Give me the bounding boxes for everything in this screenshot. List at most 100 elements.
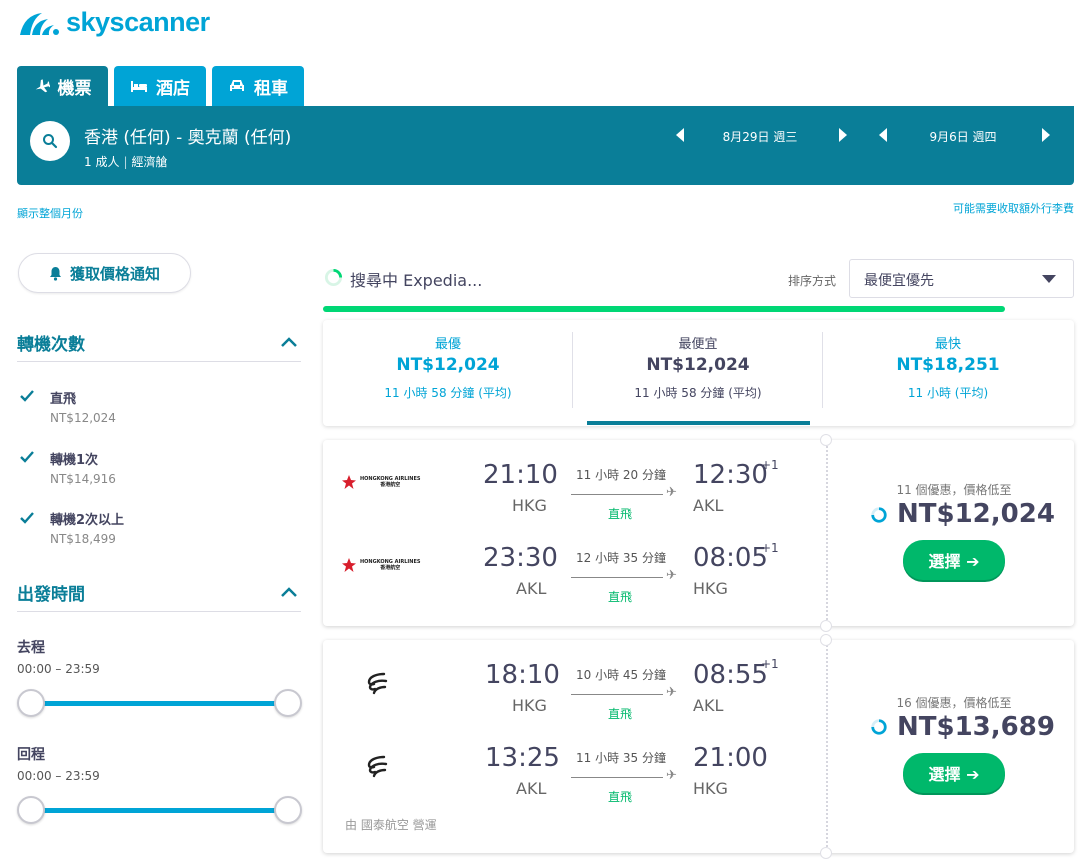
outbound-time-label: 去程 <box>17 640 45 656</box>
card-divider <box>826 442 828 624</box>
return-max-handle[interactable] <box>274 796 302 824</box>
summary-best-tab[interactable]: 最優 NT$12,024 11 小時 58 分鐘 (平均) <box>323 333 573 401</box>
passenger-cabin-info: 1 成人 | 經濟艙 <box>84 155 168 169</box>
flight-duration: 10 小時 45 分鐘 <box>576 668 666 682</box>
check-icon <box>20 512 34 524</box>
plane-icon: ✈ <box>666 568 677 583</box>
cabin-class: 經濟艙 <box>131 155 168 169</box>
chevron-up-icon[interactable] <box>281 337 297 347</box>
air-new-zealand-koru-icon <box>367 755 388 778</box>
baggage-fees-link[interactable]: 可能需要收取額外行李費 <box>953 200 1074 216</box>
summary-title: 最便宜 <box>678 337 718 352</box>
stops-label: 直飛 <box>608 707 633 721</box>
depart-prev-day-button[interactable] <box>673 125 687 145</box>
departure-time: 23:30 <box>483 543 558 573</box>
air-new-zealand-koru-icon <box>367 672 388 695</box>
one-stop-checkbox[interactable] <box>19 449 35 465</box>
passengers: 1 成人 <box>84 155 120 169</box>
depart-date[interactable]: 8月29日 週三 <box>705 128 815 145</box>
stops-option-label[interactable]: 直飛 <box>50 388 76 407</box>
show-whole-month-link[interactable]: 顯示整個月份 <box>17 205 83 221</box>
flight-duration: 11 小時 35 分鐘 <box>576 751 666 765</box>
select-button[interactable]: 選擇 ➔ <box>903 540 1005 580</box>
bauhinia-icon <box>342 558 356 572</box>
departure-airport: AKL <box>516 579 547 598</box>
tab-car-hire[interactable]: 租車 <box>212 66 304 106</box>
caret-right-icon <box>839 128 847 142</box>
outbound-time-slider[interactable] <box>31 701 288 706</box>
plane-icon: ✈ <box>666 485 677 500</box>
summary-price: NT$12,024 <box>646 355 750 375</box>
day-offset: +1 <box>761 458 779 472</box>
check-icon <box>20 451 34 463</box>
flight-duration: 11 小時 20 分鐘 <box>576 468 666 482</box>
two-plus-stops-checkbox[interactable] <box>19 510 35 526</box>
brand-name: skyscanner <box>66 6 210 37</box>
check-icon <box>20 390 34 402</box>
divider <box>17 611 301 612</box>
summary-price: NT$18,251 <box>896 355 1000 375</box>
return-min-handle[interactable] <box>17 796 45 824</box>
card-notch <box>820 634 832 646</box>
search-icon <box>43 134 58 149</box>
caret-right-icon <box>1042 128 1050 142</box>
departure-time: 18:10 <box>485 660 560 690</box>
operated-by: 由 國泰航空 營運 <box>345 818 437 832</box>
depart-next-day-button[interactable] <box>836 125 850 145</box>
chevron-up-icon[interactable] <box>281 587 297 597</box>
return-time-slider[interactable] <box>31 808 288 813</box>
route-line <box>571 694 663 695</box>
card-notch <box>820 434 832 446</box>
outbound-max-handle[interactable] <box>274 689 302 717</box>
stops-label: 直飛 <box>608 507 633 521</box>
outbound-min-handle[interactable] <box>17 689 45 717</box>
sort-value: 最便宜優先 <box>864 273 934 289</box>
direct-checkbox[interactable] <box>19 388 35 404</box>
tab-flights[interactable]: 機票 <box>17 66 108 106</box>
loading-spinner-icon <box>871 719 887 735</box>
tab-label: 機票 <box>57 78 92 99</box>
route-line <box>571 494 663 495</box>
return-date[interactable]: 9月6日 週四 <box>908 128 1018 145</box>
active-tab-indicator <box>587 421 810 425</box>
loading-spinner-icon <box>324 268 343 287</box>
departure-airport: AKL <box>516 779 547 798</box>
plane-icon: ✈ <box>666 768 677 783</box>
arrival-time: 12:30 <box>693 460 768 490</box>
summary-duration: 11 小時 58 分鐘 (平均) <box>634 386 762 400</box>
stops-option-label[interactable]: 轉機1次 <box>50 449 98 468</box>
caret-left-icon <box>676 128 684 142</box>
skyscanner-logo[interactable]: skyscanner <box>18 4 210 40</box>
summary-duration: 11 小時 58 分鐘 (平均) <box>384 386 512 400</box>
result-price: NT$13,689 <box>897 712 1055 742</box>
flight-duration: 12 小時 35 分鐘 <box>576 551 666 565</box>
airline-logo-text: 香港航空 <box>380 482 401 488</box>
select-button[interactable]: 選擇 ➔ <box>903 753 1005 793</box>
return-next-day-button[interactable] <box>1039 125 1053 145</box>
return-prev-day-button[interactable] <box>876 125 890 145</box>
summary-cheapest-tab[interactable]: 最便宜 NT$12,024 11 小時 58 分鐘 (平均) <box>573 333 823 401</box>
tab-hotels[interactable]: 酒店 <box>114 66 206 106</box>
chevron-down-icon <box>1042 275 1056 283</box>
stops-option-price: NT$14,916 <box>50 472 116 486</box>
arrival-airport: HKG <box>693 779 728 798</box>
hong-kong-airlines-logo: HONGKONG AIRLINES 香港航空 <box>342 475 420 489</box>
summary-fastest-tab[interactable]: 最快 NT$18,251 11 小時 (平均) <box>823 333 1073 401</box>
deals-count: 11 個優惠，價格低至 <box>896 483 1012 497</box>
day-offset: +1 <box>761 541 779 555</box>
arrival-airport: AKL <box>693 496 724 515</box>
arrival-time: 08:55 <box>693 660 768 690</box>
car-icon <box>228 78 246 94</box>
stops-option-price: NT$18,499 <box>50 532 116 546</box>
stops-option-label[interactable]: 轉機2次以上 <box>50 509 124 528</box>
card-notch <box>820 620 832 632</box>
sort-label: 排序方式 <box>788 274 837 288</box>
hong-kong-airlines-logo: HONGKONG AIRLINES 香港航空 <box>342 558 420 572</box>
card-divider <box>826 642 828 851</box>
arrival-time: 21:00 <box>693 743 768 773</box>
edit-search-button[interactable] <box>30 121 70 161</box>
loading-spinner-icon <box>871 507 887 523</box>
stops-filter-title[interactable]: 轉機次數 <box>17 330 85 355</box>
price-alert-button[interactable]: 獲取價格通知 <box>18 253 191 293</box>
departure-times-filter-title[interactable]: 出發時間 <box>17 580 85 605</box>
